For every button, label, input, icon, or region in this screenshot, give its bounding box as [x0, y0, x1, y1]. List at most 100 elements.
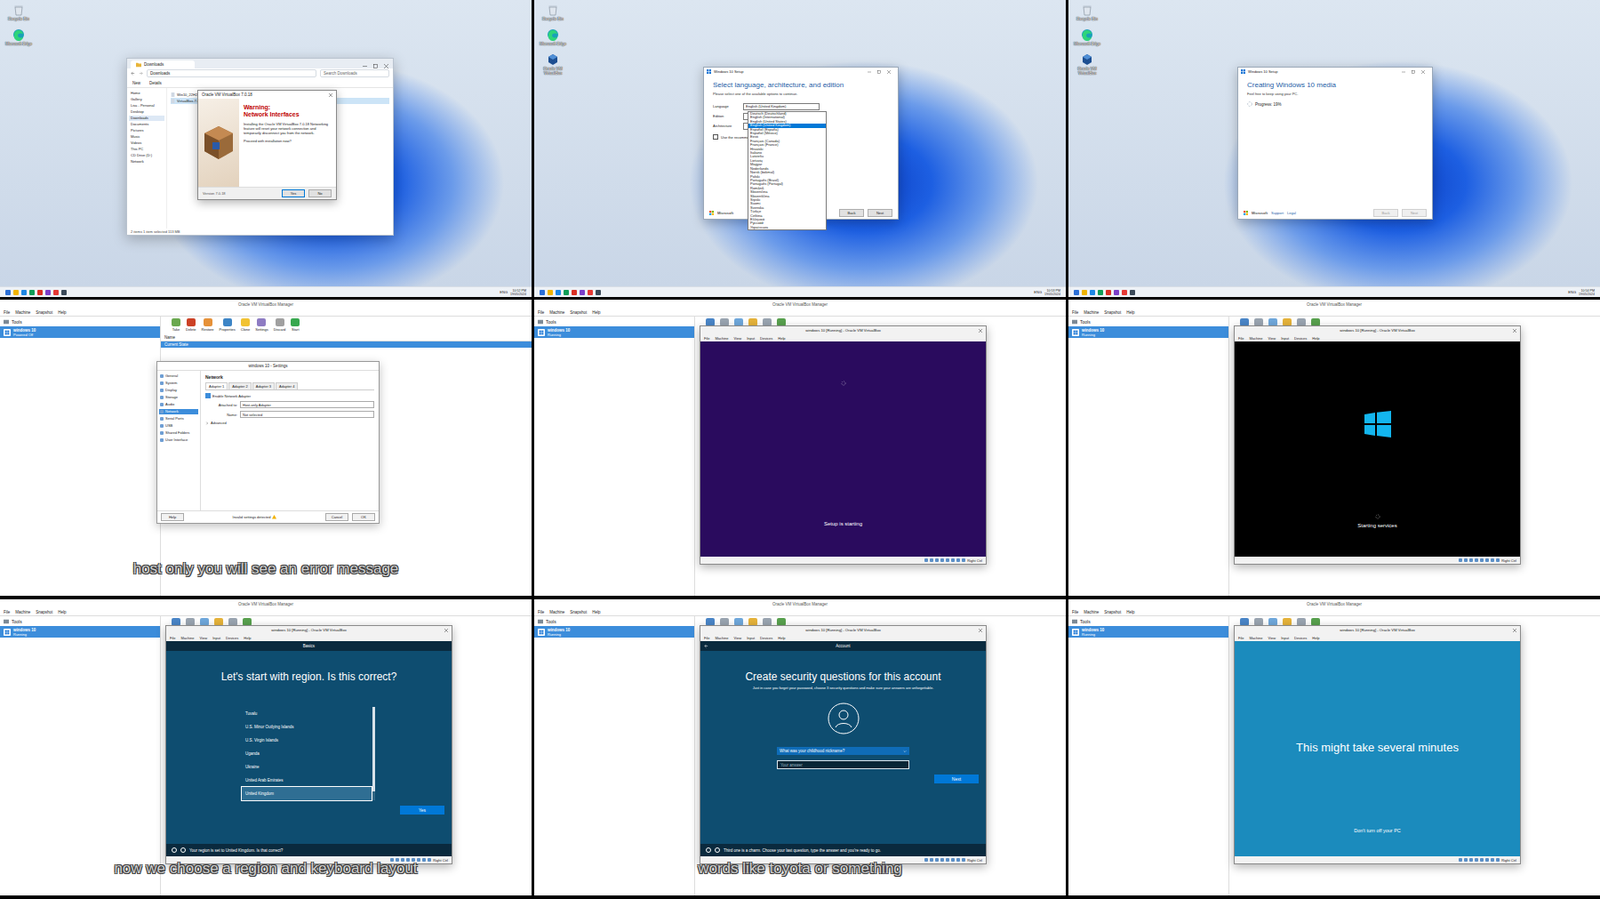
device-indicator-icon[interactable] — [956, 857, 960, 862]
menu-item[interactable]: File — [704, 336, 710, 341]
taskbar-app-icon[interactable] — [61, 289, 67, 296]
desktop-icon[interactable]: Recycle Bin — [3, 3, 34, 22]
tools-item[interactable]: Tools — [0, 316, 160, 327]
toolbar-button[interactable]: Settings — [255, 318, 268, 332]
setup-button[interactable]: Back — [1373, 208, 1399, 217]
settings-section[interactable]: Shared Folders — [159, 430, 199, 436]
menu-item[interactable]: Snapshot — [35, 310, 53, 315]
close-icon[interactable] — [1512, 628, 1517, 632]
region-option[interactable]: Ukraine — [241, 760, 372, 774]
menu-item[interactable]: Snapshot — [1104, 609, 1121, 615]
navigation-item[interactable]: Lisa - Personal — [128, 103, 165, 109]
snapshot-row[interactable]: Current State — [160, 341, 532, 348]
navigation-item[interactable]: Documents — [128, 121, 165, 128]
menu-item[interactable]: Devices — [1294, 635, 1307, 640]
tools-item[interactable]: Tools — [534, 616, 695, 626]
toolbar-button[interactable]: Start — [290, 318, 300, 332]
address-bar[interactable]: Downloads — [146, 69, 317, 78]
device-indicator-icon[interactable] — [1474, 558, 1479, 562]
menu-item[interactable]: File — [1072, 609, 1079, 615]
menu-item[interactable]: View — [200, 635, 208, 640]
menu-item[interactable]: File — [537, 310, 544, 315]
menu-item[interactable]: File — [1072, 310, 1079, 315]
forward-arrow-icon[interactable] — [138, 71, 144, 76]
device-indicator-icon[interactable] — [1496, 558, 1500, 562]
dropdown-option[interactable]: Українська — [748, 225, 826, 230]
device-indicator-icon[interactable] — [961, 558, 966, 562]
device-indicator-icon[interactable] — [929, 857, 934, 862]
menu-item[interactable]: Help — [1312, 635, 1320, 640]
menu-item[interactable]: Snapshot — [569, 609, 587, 615]
dropdown[interactable]: Host-only Adapter — [240, 400, 375, 408]
settings-section[interactable]: System — [159, 380, 199, 386]
navigation-item[interactable]: Gallery — [128, 96, 165, 103]
vm-item[interactable]: windows 10Running — [1068, 326, 1229, 338]
scrollbar[interactable] — [372, 706, 376, 800]
taskbar-app-icon[interactable] — [571, 289, 577, 296]
menu-item[interactable]: Machine — [714, 635, 728, 640]
vm-screen[interactable]: AccountCreate security questions for thi… — [700, 640, 986, 856]
taskbar-app-icon[interactable] — [1129, 289, 1136, 296]
dialog-button[interactable]: Yes — [281, 189, 305, 198]
menu-item[interactable]: Devices — [760, 336, 773, 341]
taskbar-app-icon[interactable] — [539, 289, 545, 296]
menu-item[interactable]: View — [1268, 635, 1277, 640]
menu-item[interactable]: File — [169, 635, 176, 640]
device-indicator-icon[interactable] — [1490, 857, 1495, 862]
clock[interactable]: 10:53 PM19/05/2024 — [1044, 288, 1061, 296]
navigation-item[interactable]: CD Drive (D:) — [128, 152, 165, 159]
adapter-tab[interactable]: Adapter 3 — [252, 382, 275, 390]
taskbar-app-icon[interactable] — [579, 289, 585, 296]
vm-item[interactable]: windows 10Running — [534, 326, 695, 338]
menu-item[interactable]: Machine — [1083, 310, 1099, 315]
device-indicator-icon[interactable] — [924, 558, 928, 562]
adapter-tab[interactable]: Adapter 4 — [275, 382, 298, 390]
help-button[interactable]: Help — [160, 512, 184, 521]
dropdown-option[interactable]: Norsk (bokmål) — [748, 170, 826, 175]
footer-link[interactable]: Legal — [1287, 210, 1296, 216]
menu-item[interactable]: Help — [57, 609, 66, 615]
settings-section[interactable]: USB — [159, 423, 199, 429]
taskbar-app-icon[interactable] — [1089, 289, 1096, 296]
menu-item[interactable]: Help — [57, 310, 66, 315]
command-button[interactable]: New — [132, 80, 141, 86]
menu-item[interactable]: View — [1268, 336, 1277, 341]
menu-item[interactable]: Devices — [760, 635, 773, 640]
navigation-item[interactable]: Pictures — [128, 128, 165, 134]
menu-item[interactable]: File — [1238, 336, 1244, 341]
next-button[interactable]: Next — [934, 774, 979, 784]
device-indicator-icon[interactable] — [935, 558, 939, 562]
menu-item[interactable]: File — [537, 609, 544, 615]
taskbar-app-icon[interactable] — [563, 289, 569, 296]
taskbar-app-icon[interactable] — [587, 289, 593, 296]
menu-item[interactable]: Input — [1280, 336, 1289, 341]
taskbar-app-icon[interactable] — [45, 289, 51, 296]
dropdown-option[interactable]: English (United Kingdom) — [748, 123, 826, 128]
taskbar-app-icon[interactable] — [21, 289, 27, 296]
region-option[interactable]: United Kingdom — [241, 786, 372, 800]
menu-item[interactable]: File — [3, 310, 10, 315]
vm-screen[interactable]: Starting services — [1234, 341, 1520, 557]
enable-adapter-checkbox[interactable]: Enable Network Adapter — [205, 392, 375, 399]
navigation-item[interactable]: Videos — [128, 140, 165, 146]
menu-item[interactable]: Machine — [1248, 336, 1263, 341]
close-icon[interactable] — [384, 64, 389, 69]
minimize-icon[interactable] — [362, 64, 368, 69]
device-indicator-icon[interactable] — [951, 857, 955, 862]
dropdown[interactable]: English (United Kingdom) — [743, 103, 820, 111]
taskbar-app-icon[interactable] — [1121, 289, 1128, 296]
region-option[interactable]: Uganda — [241, 746, 372, 760]
device-indicator-icon[interactable] — [1485, 558, 1489, 562]
close-icon[interactable] — [887, 70, 891, 74]
desktop-icon[interactable]: Recycle Bin — [537, 3, 568, 22]
device-indicator-icon[interactable] — [1474, 857, 1479, 862]
tools-item[interactable]: Tools — [534, 316, 695, 327]
desktop-icon[interactable]: Microsoft Edge — [3, 28, 34, 47]
navigation-item[interactable]: Desktop — [128, 109, 165, 115]
invalid-settings-warning[interactable]: Invalid settings detected — [187, 514, 322, 520]
device-indicator-icon[interactable] — [929, 558, 934, 562]
taskbar-app-icon[interactable] — [29, 289, 35, 296]
close-icon[interactable] — [444, 628, 448, 632]
vm-item[interactable]: windows 10Running — [0, 625, 160, 638]
answer-input[interactable]: Your answer — [776, 760, 910, 769]
